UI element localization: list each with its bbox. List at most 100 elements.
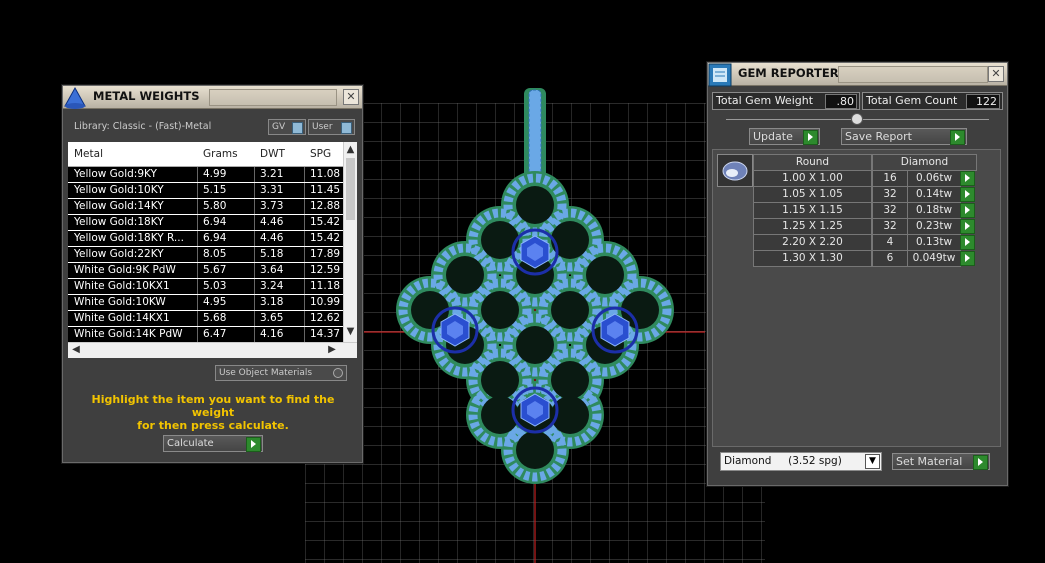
column-divider — [304, 199, 305, 214]
metal-name-cell: Yellow Gold:10KY — [74, 184, 164, 196]
user-toggle[interactable]: User — [308, 119, 355, 135]
table-row[interactable]: White Gold:14K PdW 6.47 4.16 14.37 — [68, 327, 343, 342]
dwt-cell: 3.21 — [260, 168, 284, 180]
column-divider — [197, 295, 198, 310]
set-material-label: Set Material — [896, 455, 963, 468]
table-row[interactable]: Yellow Gold:22KY 8.05 5.18 17.89 — [68, 247, 343, 262]
column-divider — [304, 215, 305, 230]
round-gem-icon — [722, 161, 748, 181]
select-gem-row-play-icon[interactable] — [960, 203, 975, 218]
column-divider — [197, 247, 198, 262]
dwt-cell: 4.16 — [260, 328, 284, 340]
gem-reporter-titlebar[interactable]: GEM REPORTER ✕ — [708, 63, 1007, 87]
gem-weight-cell: 0.13tw — [907, 234, 961, 251]
table-row[interactable]: Yellow Gold:9KY 4.99 3.21 11.08 — [68, 167, 343, 182]
scroll-left-icon[interactable]: ◀ — [70, 344, 82, 355]
metal-name-cell: White Gold:14K PdW — [74, 328, 183, 340]
metal-table-hscroll[interactable]: ◀ ▶ — [68, 342, 357, 358]
table-row[interactable]: White Gold:14KX1 5.68 3.65 12.62 — [68, 311, 343, 326]
gem-count-cell: 16 — [872, 170, 908, 187]
spg-cell: 11.45 — [310, 184, 341, 196]
metal-weights-panel: METAL WEIGHTS ✕ Library: Classic - (Fast… — [62, 85, 363, 463]
ring-hole — [586, 256, 624, 294]
instruction-line-2: for then press calculate. — [137, 419, 289, 432]
scroll-up-icon[interactable]: ▲ — [344, 144, 357, 155]
dwt-cell: 3.64 — [260, 264, 284, 276]
grams-cell: 6.94 — [203, 216, 227, 228]
metal-table-vscroll[interactable]: ▲ ▼ — [343, 142, 357, 342]
metal-cone-icon — [64, 86, 86, 109]
table-row[interactable]: Yellow Gold:18KY R... 6.94 4.46 15.42 — [68, 231, 343, 246]
column-divider — [197, 263, 198, 278]
user-toggle-label: User — [312, 122, 333, 132]
scroll-thumb[interactable] — [346, 158, 355, 220]
round-gem-thumbnail[interactable] — [717, 154, 753, 187]
dwt-cell: 3.24 — [260, 280, 284, 292]
gv-indicator-icon — [292, 122, 303, 134]
use-object-materials-radio-icon — [333, 368, 343, 378]
instruction-line-1: Highlight the item you want to find the … — [91, 393, 335, 419]
metal-weights-titlebar[interactable]: METAL WEIGHTS ✕ — [63, 86, 362, 109]
column-divider — [197, 215, 198, 230]
set-material-button[interactable]: Set Material — [892, 453, 990, 470]
column-divider — [254, 263, 255, 278]
table-row[interactable]: White Gold:9K PdW 5.67 3.64 12.59 — [68, 263, 343, 278]
column-divider — [197, 167, 198, 182]
dropdown-arrow-icon[interactable]: ▼ — [865, 454, 880, 469]
col-grams[interactable]: Grams — [203, 148, 238, 160]
column-divider — [254, 215, 255, 230]
table-row[interactable]: Yellow Gold:10KY 5.15 3.31 11.45 — [68, 183, 343, 198]
gem-weight-cell: 0.18tw — [907, 202, 961, 219]
scroll-right-icon[interactable]: ▶ — [326, 344, 338, 355]
column-divider — [197, 279, 198, 294]
table-row[interactable]: Yellow Gold:18KY 6.94 4.46 15.42 — [68, 215, 343, 230]
gem-reporter-icon — [708, 63, 732, 87]
column-divider — [197, 311, 198, 326]
scroll-down-icon[interactable]: ▼ — [344, 326, 357, 337]
update-label: Update — [753, 130, 793, 143]
use-object-materials-toggle[interactable]: Use Object Materials — [215, 365, 347, 381]
dwt-cell: 4.46 — [260, 216, 284, 228]
gv-toggle[interactable]: GV — [268, 119, 306, 135]
table-row[interactable]: Yellow Gold:14KY 5.80 3.73 12.88 — [68, 199, 343, 214]
calculate-button[interactable]: Calculate — [163, 435, 263, 452]
column-divider — [254, 327, 255, 342]
gv-toggle-label: GV — [272, 122, 286, 132]
metal-name-cell: White Gold:14KX1 — [74, 312, 170, 324]
spg-cell: 17.89 — [310, 248, 341, 260]
gem-weight-cell: 0.23tw — [907, 218, 961, 235]
column-divider — [304, 279, 305, 294]
save-report-button[interactable]: Save Report — [841, 128, 967, 145]
update-button[interactable]: Update — [749, 128, 820, 145]
column-divider — [254, 311, 255, 326]
ring-hole — [516, 326, 554, 364]
select-gem-row-play-icon[interactable] — [960, 251, 975, 266]
select-gem-row-play-icon[interactable] — [960, 219, 975, 234]
table-row[interactable]: White Gold:10KX1 5.03 3.24 11.18 — [68, 279, 343, 294]
column-divider — [304, 231, 305, 246]
dwt-cell: 3.31 — [260, 184, 284, 196]
gem-reporter-close-button[interactable]: ✕ — [988, 66, 1004, 82]
select-gem-row-play-icon[interactable] — [960, 171, 975, 186]
gem-count-cell: 32 — [872, 218, 908, 235]
dwt-cell: 3.65 — [260, 312, 284, 324]
grams-cell: 8.05 — [203, 248, 227, 260]
ring-hole — [551, 361, 589, 399]
column-divider — [254, 199, 255, 214]
material-select[interactable]: Diamond (3.52 spg) ▼ — [720, 452, 882, 471]
col-spg[interactable]: SPG — [310, 148, 331, 160]
gem-reporter-panel: GEM REPORTER ✕ Total Gem Weight .80 Tota… — [707, 62, 1008, 486]
metal-weights-close-button[interactable]: ✕ — [343, 89, 359, 105]
select-gem-row-play-icon[interactable] — [960, 235, 975, 250]
spg-cell: 14.37 — [310, 328, 341, 340]
ring-hole — [516, 186, 554, 224]
update-play-icon — [803, 130, 818, 145]
col-dwt[interactable]: DWT — [260, 148, 285, 160]
metal-name-cell: White Gold:10KX1 — [74, 280, 170, 292]
column-divider — [254, 183, 255, 198]
slider-handle[interactable] — [851, 113, 863, 125]
select-gem-row-play-icon[interactable] — [960, 187, 975, 202]
table-row[interactable]: White Gold:10KW 4.95 3.18 10.99 — [68, 295, 343, 310]
gem-count-cell: 6 — [872, 250, 908, 267]
col-metal[interactable]: Metal — [74, 148, 103, 160]
